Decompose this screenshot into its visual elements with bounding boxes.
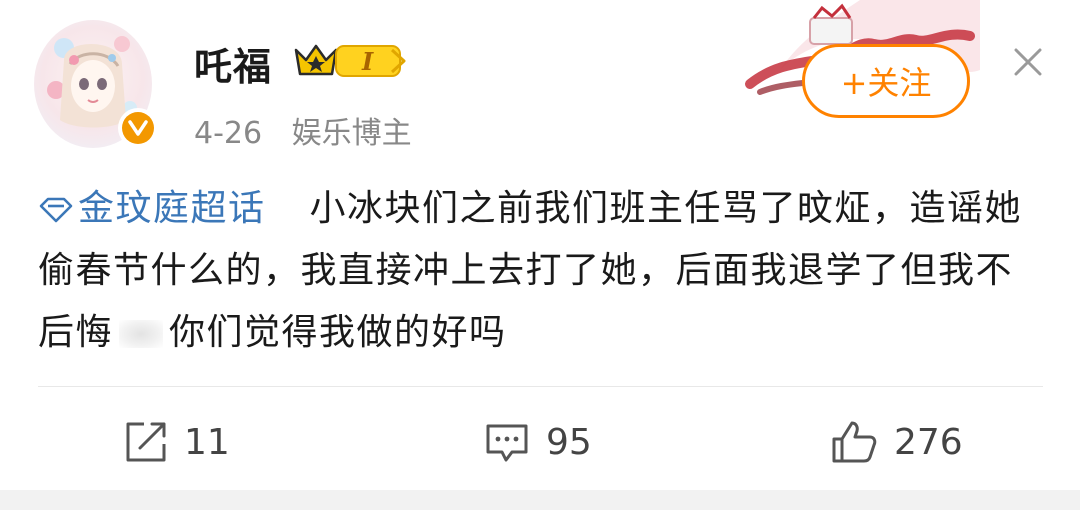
like-count: 276 xyxy=(894,421,963,463)
super-topic-link[interactable]: 金玟庭超话 xyxy=(38,188,266,229)
post-meta: 4-26 娱乐博主 xyxy=(194,108,412,152)
feed-separator xyxy=(0,490,1080,510)
share-icon xyxy=(126,422,166,462)
comment-icon xyxy=(486,424,528,462)
close-icon[interactable] xyxy=(1008,42,1048,82)
divider xyxy=(38,386,1043,387)
verified-badge xyxy=(118,108,158,148)
share-count: 11 xyxy=(184,421,230,463)
verified-v-icon xyxy=(128,120,148,136)
level-text: I xyxy=(361,47,374,76)
member-level-badge[interactable]: I xyxy=(292,40,410,82)
share-button[interactable]: 11 xyxy=(124,418,230,466)
username[interactable]: 吒福 xyxy=(194,36,272,91)
user-category: 娱乐博主 xyxy=(291,116,412,151)
like-button[interactable]: 276 xyxy=(830,418,963,466)
topic-name: 金玟庭超话 xyxy=(78,188,266,229)
follow-button[interactable]: +关注 xyxy=(802,44,970,118)
post-body: 金玟庭超话 小冰块们之前我们班主任骂了旼炡，造谣她偷春节什么的，我直接冲上去打了她… xyxy=(38,178,1043,364)
post-card: 吒福 I 4-26 娱乐博主 +关注 金玟庭超话 小冰块们之前我们班主任骂了旼炡，… xyxy=(0,0,1080,490)
blurred-emoji xyxy=(119,320,164,348)
follow-label: +关注 xyxy=(840,64,932,102)
comment-count: 95 xyxy=(546,421,592,463)
thumbs-up-icon xyxy=(832,421,877,463)
diamond-topic-icon xyxy=(39,197,73,223)
comment-button[interactable]: 95 xyxy=(484,418,592,466)
post-date: 4-26 xyxy=(194,116,263,151)
post-text-part2: 你们觉得我做的好吗 xyxy=(169,312,507,353)
